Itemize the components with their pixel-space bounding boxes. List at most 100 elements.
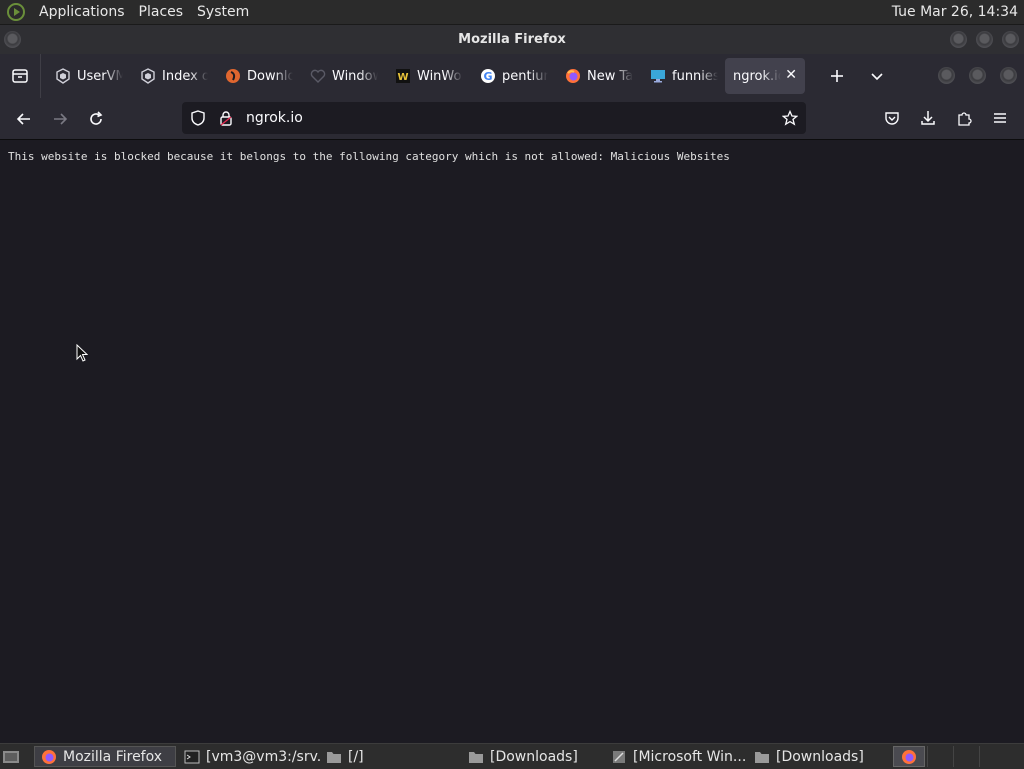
terminal-icon — [184, 749, 200, 765]
workspace-4[interactable] — [979, 746, 1004, 767]
tab-label: Download — [247, 68, 293, 84]
back-arrow-icon — [16, 112, 30, 125]
tab-download[interactable]: Download — [215, 58, 300, 94]
reload-icon — [90, 110, 103, 125]
google-icon: G — [480, 68, 496, 84]
blocked-message: This website is blocked because it belon… — [8, 150, 730, 163]
svg-text:G: G — [483, 70, 492, 83]
tab-label: WinWorld — [417, 68, 463, 84]
taskbar-item-label: [Microsoft Win... — [633, 748, 747, 765]
tab-label: New Tab — [587, 68, 633, 84]
window-menu-button[interactable] — [4, 31, 21, 48]
new-tab-button[interactable] — [817, 58, 857, 94]
downloads-button[interactable] — [910, 102, 946, 134]
tabstrip-close-button[interactable] — [1000, 67, 1017, 84]
taskbar-item-label: [vm3@vm3:/srv... — [206, 748, 320, 765]
firefox-view-icon — [12, 69, 28, 83]
tab-index-of[interactable]: Index of — [130, 58, 215, 94]
folder-icon — [468, 749, 484, 765]
window-titlebar[interactable]: Mozilla Firefox — [0, 25, 1024, 54]
winworld-icon: W — [395, 68, 411, 84]
navigation-toolbar: ngrok.io — [0, 98, 1024, 140]
back-button[interactable] — [6, 103, 42, 135]
tab-label: Index of — [162, 68, 208, 84]
bottom-taskbar: Mozilla Firefox [vm3@vm3:/srv... [/] [Do… — [0, 743, 1024, 769]
vm-icon — [140, 68, 156, 84]
tab-strip: UserVM Index of Download Windows W WinWo… — [0, 54, 1024, 98]
close-tab-icon[interactable]: ✕ — [785, 67, 797, 83]
download-site-icon — [225, 68, 241, 84]
top-panel: Applications Places System Tue Mar 26, 1… — [0, 0, 1024, 25]
firefox-icon — [41, 749, 57, 765]
tab-label: funniest — [672, 68, 718, 84]
folder-icon — [754, 749, 770, 765]
taskbar-item-downloads-1[interactable]: [Downloads] — [462, 746, 604, 767]
tab-uservm[interactable]: UserVM — [45, 58, 130, 94]
workspace-switcher[interactable] — [893, 746, 925, 767]
pocket-button[interactable] — [874, 102, 910, 134]
clock[interactable]: Tue Mar 26, 14:34 — [892, 4, 1024, 20]
minimize-button[interactable] — [950, 31, 967, 48]
extensions-button[interactable] — [946, 102, 982, 134]
site-lock-icon[interactable] — [218, 110, 234, 126]
url-text[interactable]: ngrok.io — [246, 110, 303, 126]
tab-new-tab[interactable]: New Tab — [555, 58, 640, 94]
tab-label: Windows — [332, 68, 378, 84]
tracking-protection-shield-icon[interactable] — [190, 110, 206, 126]
taskbar-item-downloads-2[interactable]: [Downloads] — [748, 746, 890, 767]
firefox-icon — [902, 749, 916, 764]
window-title: Mozilla Firefox — [458, 32, 566, 47]
tab-label: UserVM — [77, 68, 123, 84]
close-window-button[interactable] — [1002, 31, 1019, 48]
page-content: This website is blocked because it belon… — [0, 140, 1024, 743]
puzzle-icon — [958, 112, 972, 126]
firefox-view-button[interactable] — [0, 58, 40, 94]
bookmark-star-icon[interactable] — [781, 109, 799, 130]
workspace-2[interactable] — [927, 746, 952, 767]
plus-icon — [831, 70, 843, 82]
firefox-icon — [565, 68, 581, 84]
tab-pentium[interactable]: G pentium — [470, 58, 555, 94]
applications-menu[interactable]: Applications — [32, 4, 132, 20]
tab-winworld[interactable]: W WinWorld — [385, 58, 470, 94]
taskbar-item-terminal[interactable]: [vm3@vm3:/srv... — [178, 746, 320, 767]
tab-label: ngrok.io — [733, 68, 781, 84]
maximize-button[interactable] — [976, 31, 993, 48]
app-menu-button[interactable] — [982, 102, 1018, 134]
app-icon — [611, 749, 627, 765]
vm-icon — [55, 68, 71, 84]
heart-icon — [310, 68, 326, 84]
chevron-down-icon — [871, 73, 883, 81]
list-all-tabs-button[interactable] — [857, 58, 897, 94]
download-icon — [921, 111, 935, 125]
taskbar-item-firefox[interactable]: Mozilla Firefox — [34, 746, 176, 767]
tab-ngrok-active[interactable]: ngrok.io ✕ — [725, 58, 805, 94]
taskbar-item-label: Mozilla Firefox — [63, 748, 163, 765]
show-desktop-button[interactable] — [0, 746, 22, 767]
taskbar-item-label: [Downloads] — [776, 748, 864, 765]
pocket-icon — [885, 112, 899, 125]
taskbar-item-label: [/] — [348, 748, 364, 765]
tab-label: pentium — [502, 68, 548, 84]
svg-text:W: W — [397, 72, 408, 83]
taskbar-item-label: [Downloads] — [490, 748, 578, 765]
url-bar[interactable]: ngrok.io — [182, 102, 806, 134]
taskbar-item-microsoft-win[interactable]: [Microsoft Win... — [605, 746, 747, 767]
workspace-3[interactable] — [953, 746, 978, 767]
monitor-icon — [650, 68, 666, 84]
mouse-cursor-icon — [76, 343, 89, 366]
tabstrip-minimize-button[interactable] — [938, 67, 955, 84]
forward-arrow-icon — [54, 112, 68, 125]
tab-funniest[interactable]: funniest — [640, 58, 725, 94]
taskbar-item-root-folder[interactable]: [/] — [320, 746, 462, 767]
reload-button[interactable] — [78, 103, 114, 135]
tabstrip-maximize-button[interactable] — [969, 67, 986, 84]
tab-windows[interactable]: Windows — [300, 58, 385, 94]
hamburger-menu-icon — [994, 113, 1006, 123]
folder-icon — [326, 749, 342, 765]
forward-button[interactable] — [42, 103, 78, 135]
distro-logo-icon[interactable] — [6, 2, 26, 22]
places-menu[interactable]: Places — [132, 4, 191, 20]
desktop-icon — [3, 750, 19, 763]
system-menu[interactable]: System — [190, 4, 256, 20]
